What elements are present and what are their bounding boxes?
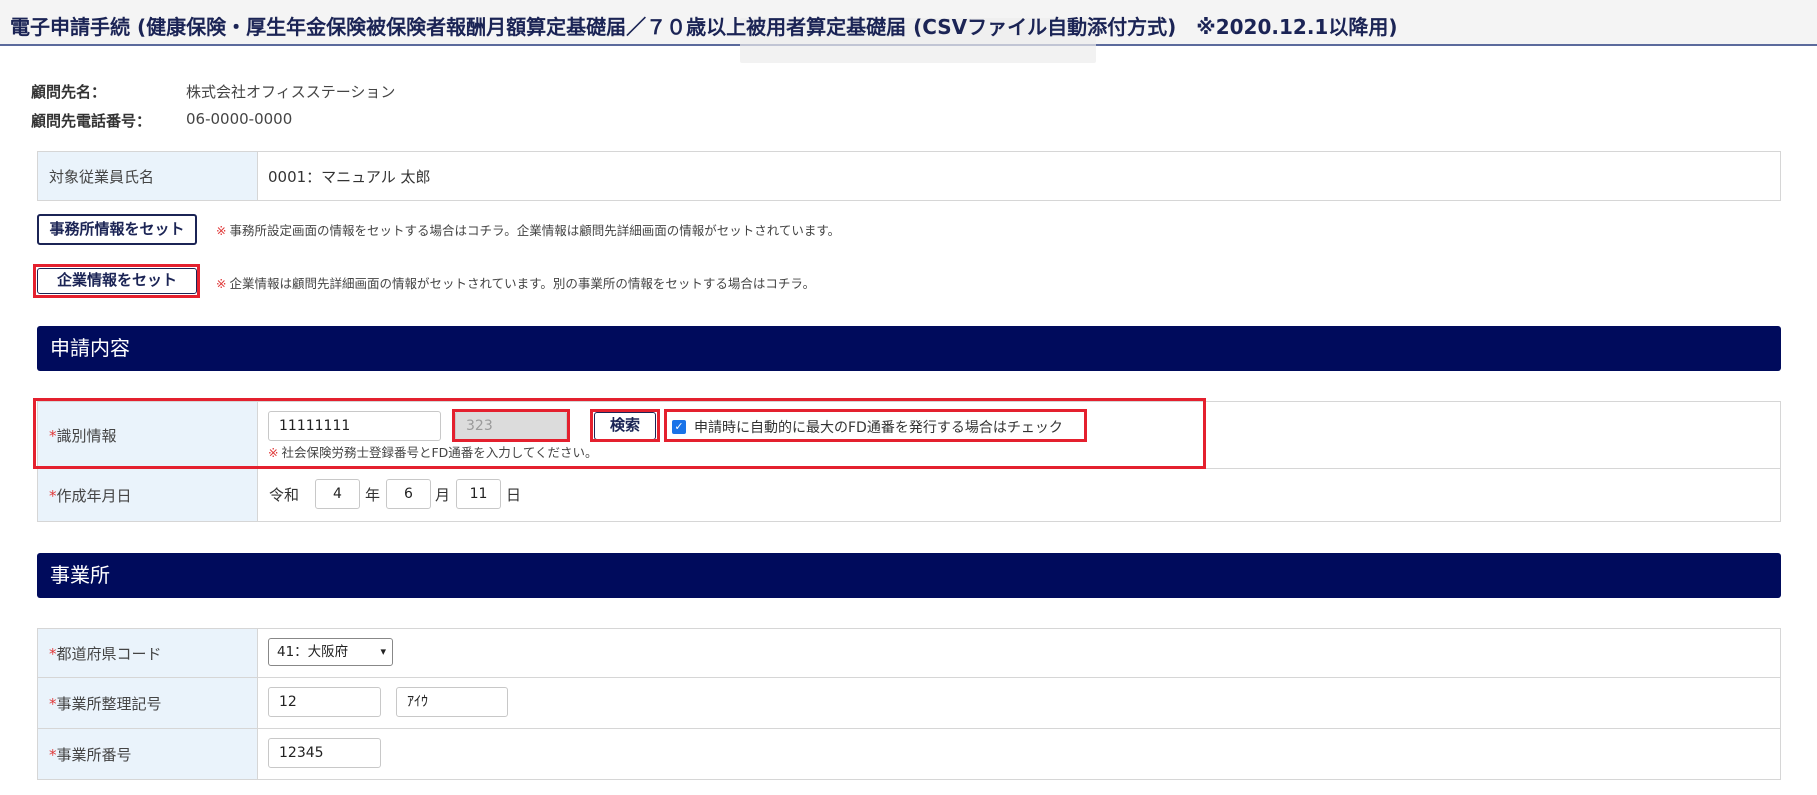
year-input[interactable]: 4 <box>315 479 360 509</box>
prefecture-value-cell <box>257 628 1781 678</box>
identification-note-text: 社会保険労務士登録番号とFD通番を入力してください。 <box>281 445 598 460</box>
office-info-note-text: 事務所設定画面の情報をセットする場合はコチラ。企業情報は顧問先詳細画面の情報がセ… <box>229 223 841 238</box>
client-name-label: 顧問先名： <box>31 83 107 101</box>
prefecture-select[interactable]: 41：大阪府 ▾ <box>268 638 393 666</box>
set-company-info-button[interactable]: 企業情報をセット <box>37 268 197 294</box>
fd-serial-number-input[interactable]: 323 <box>455 411 567 441</box>
day-input[interactable]: 11 <box>456 479 501 509</box>
created-date-label-text: 作成年月日 <box>56 486 132 505</box>
office-mgmt-label: *事業所整理記号 <box>37 677 258 729</box>
year-unit: 年 <box>365 486 381 504</box>
auto-fd-checkbox-label: 申請時に自動的に最大のFD通番を発行する場合はチェック <box>694 420 1063 436</box>
day-unit: 日 <box>506 486 522 504</box>
identification-note: ※ 社会保険労務士登録番号とFD通番を入力してください。 <box>268 442 598 461</box>
chevron-down-icon: ▾ <box>380 645 386 658</box>
created-date-label: *作成年月日 <box>37 468 258 522</box>
office-mgmt-label-text: 事業所整理記号 <box>56 694 162 713</box>
auto-fd-checkbox[interactable]: ✓ <box>672 420 686 434</box>
required-mark: * <box>49 745 57 764</box>
month-input[interactable]: 6 <box>386 479 431 509</box>
client-phone-label: 顧問先電話番号： <box>31 112 152 130</box>
employee-label: 対象従業員氏名 <box>37 151 258 201</box>
note-mark: ※ <box>216 276 227 291</box>
required-mark: * <box>49 644 57 663</box>
office-number-label-text: 事業所番号 <box>56 745 132 764</box>
page-title: 電子申請手続 (健康保険・厚生年金保険被保険者報酬月額算定基礎届／７０歳以上被用… <box>10 15 1398 39</box>
required-mark: * <box>49 486 57 505</box>
office-number-value-cell <box>257 728 1781 780</box>
note-mark: ※ <box>216 223 227 238</box>
required-mark: * <box>49 694 57 713</box>
required-mark: * <box>49 426 57 445</box>
section-office-header: 事業所 <box>37 553 1781 598</box>
sr-registration-number-input[interactable]: 11111111 <box>268 411 441 441</box>
search-button[interactable]: 検索 <box>594 412 656 440</box>
office-mgmt-code-input-2[interactable]: ｱｲｳ <box>396 687 508 717</box>
section-application-header: 申請内容 <box>37 326 1781 371</box>
era-label: 令和 <box>269 486 300 504</box>
employee-value: 0001：マニュアル 太郎 <box>257 151 1781 201</box>
set-office-info-button[interactable]: 事務所情報をセット <box>37 214 197 245</box>
page-header: 電子申請手続 (健康保険・厚生年金保険被保険者報酬月額算定基礎届／７０歳以上被用… <box>0 0 1817 63</box>
client-phone-value: 06-0000-0000 <box>186 110 293 128</box>
prefecture-label: *都道府県コード <box>37 628 258 678</box>
office-mgmt-code-input-1[interactable]: 12 <box>268 687 381 717</box>
identification-label: *識別情報 <box>37 401 258 469</box>
office-number-label: *事業所番号 <box>37 728 258 780</box>
prefecture-label-text: 都道府県コード <box>56 644 162 663</box>
month-unit: 月 <box>435 486 451 504</box>
prefecture-selected-value: 41：大阪府 <box>277 644 349 660</box>
company-info-note: ※ 企業情報は顧問先詳細画面の情報がセットされています。別の事業所の情報をセットす… <box>216 273 815 292</box>
office-number-input[interactable]: 12345 <box>268 738 381 768</box>
identification-label-text: 識別情報 <box>56 426 117 445</box>
employee-row: 対象従業員氏名 0001：マニュアル 太郎 <box>37 151 1781 201</box>
client-name-value: 株式会社オフィスステーション <box>186 83 396 101</box>
note-mark: ※ <box>268 445 279 460</box>
employee-table: 対象従業員氏名 0001：マニュアル 太郎 <box>37 151 1781 201</box>
company-info-note-text: 企業情報は顧問先詳細画面の情報がセットされています。別の事業所の情報をセットする… <box>229 276 816 291</box>
office-info-note: ※ 事務所設定画面の情報をセットする場合はコチラ。企業情報は顧問先詳細画面の情報が… <box>216 220 840 239</box>
